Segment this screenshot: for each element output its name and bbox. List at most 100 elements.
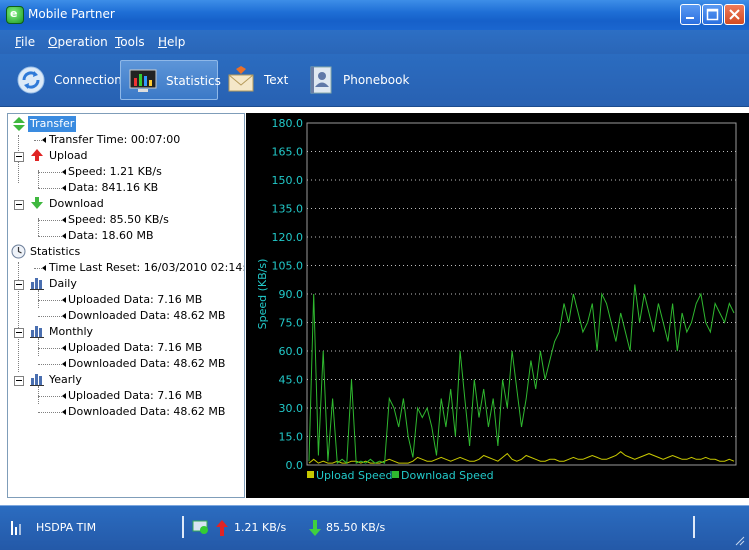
collapse-toggle-icon[interactable] (14, 376, 24, 386)
connection-button[interactable]: Connection (12, 60, 122, 100)
app-logo-icon: e (6, 6, 24, 24)
status-upload-speed: 1.21 KB/s (234, 521, 287, 534)
collapse-toggle-icon[interactable] (14, 280, 24, 290)
y-tick-label: 75.0 (279, 317, 304, 330)
signal-strength-icon (11, 521, 21, 535)
legend-swatch-upload (307, 471, 314, 478)
minimize-button[interactable] (680, 4, 701, 25)
tree-connector (38, 172, 62, 173)
tree-connector (38, 188, 62, 189)
tree-node-download[interactable]: Download (49, 196, 104, 212)
tree-connector (38, 316, 62, 317)
tree-node-daily[interactable]: Daily (49, 276, 77, 292)
speed-chart-panel: 180.0 165.0 150.0 135.0 120.0 105.0 90.0 75.0 60… (246, 113, 749, 498)
tree-connector (38, 220, 62, 221)
collapse-toggle-icon[interactable] (14, 200, 24, 210)
tree-leaf-time-last-reset: Time Last Reset: 16/03/2010 02:14:57 (49, 261, 245, 274)
y-tick-label: 45.0 (279, 374, 304, 387)
tree-connector (38, 290, 39, 308)
tree-connector (38, 412, 62, 413)
y-tick-label: 105.0 (272, 260, 304, 273)
y-tick-label: 90.0 (279, 288, 304, 301)
leaf-bullet-icon (62, 185, 66, 191)
menu-file[interactable]: File (15, 35, 35, 49)
leaf-bullet-icon (62, 313, 66, 319)
download-arrow-icon (309, 520, 321, 536)
tree-connector (38, 364, 62, 365)
tree-leaf-download-data: Data: 18.60 MB (68, 229, 154, 242)
leaf-bullet-icon (42, 137, 46, 143)
tree-label-transfer: Transfer (28, 116, 77, 132)
tree-node-yearly[interactable]: Yearly (49, 372, 82, 388)
statistics-tree[interactable]: Transfer Transfer Time: 00:07:00 Upload … (7, 113, 245, 498)
leaf-bullet-icon (42, 265, 46, 271)
legend-swatch-download (392, 471, 399, 478)
close-icon (729, 9, 740, 20)
tree-node-upload[interactable]: Upload (49, 148, 88, 164)
close-button[interactable] (724, 4, 745, 25)
y-tick-label: 30.0 (279, 402, 304, 415)
statistics-label: Statistics (166, 74, 221, 88)
text-button[interactable]: Text (222, 60, 292, 100)
tree-leaf-daily-downloaded: Downloaded Data: 48.62 MB (68, 309, 226, 322)
tree-leaf-yearly-downloaded: Downloaded Data: 48.62 MB (68, 405, 226, 418)
y-axis-label: Speed (KB/s) (256, 259, 269, 330)
clock-icon (11, 244, 26, 259)
statistics-button[interactable]: Statistics (120, 60, 221, 100)
y-tick-label: 15.0 (279, 431, 304, 444)
network-name: HSDPA TIM (36, 521, 97, 534)
connection-status-icon (192, 520, 208, 534)
legend-label-download: Download Speed (401, 469, 494, 482)
collapse-toggle-icon[interactable] (14, 152, 24, 162)
y-tick-label: 150.0 (272, 174, 304, 187)
y-tick-label: 0.0 (286, 459, 304, 472)
y-tick-label: 165.0 (272, 146, 304, 159)
menu-tools[interactable]: Tools (115, 35, 145, 49)
bar-chart-icon (30, 326, 44, 338)
tree-connector (18, 262, 19, 372)
tree-leaf-download-speed: Speed: 85.50 KB/s (68, 213, 169, 226)
y-tick-label: 180.0 (272, 117, 304, 130)
title-bar[interactable]: e Mobile Partner (0, 0, 749, 30)
leaf-bullet-icon (62, 361, 66, 367)
legend-label-upload: Upload Speed (316, 469, 393, 482)
collapse-toggle-icon[interactable] (14, 328, 24, 338)
tree-leaf-monthly-uploaded: Uploaded Data: 7.16 MB (68, 341, 203, 354)
series-line-download (308, 284, 735, 465)
tree-connector (38, 236, 62, 237)
leaf-bullet-icon (62, 297, 66, 303)
bar-chart-icon (30, 374, 44, 386)
tree-connector (38, 300, 62, 301)
tree-leaf-transfer-time: Transfer Time: 00:07:00 (49, 133, 181, 146)
phonebook-label: Phonebook (343, 73, 410, 87)
tree-connector (34, 268, 42, 269)
menu-help[interactable]: Help (158, 35, 185, 49)
leaf-bullet-icon (62, 345, 66, 351)
status-separator (693, 516, 695, 538)
envelope-icon (228, 66, 254, 92)
tree-leaf-upload-data: Data: 841.16 KB (68, 181, 159, 194)
phonebook-icon (310, 66, 332, 94)
download-arrow-icon (31, 197, 43, 209)
tree-node-statistics[interactable]: Statistics (30, 244, 80, 260)
tree-leaf-upload-speed: Speed: 1.21 KB/s (68, 165, 162, 178)
maximize-button[interactable] (702, 4, 723, 25)
tree-node-monthly[interactable]: Monthly (49, 324, 93, 340)
leaf-bullet-icon (62, 217, 66, 223)
connection-icon (17, 66, 45, 94)
status-separator (182, 516, 184, 538)
tree-connector (38, 396, 62, 397)
menu-operation[interactable]: Operation (48, 35, 108, 49)
leaf-bullet-icon (62, 409, 66, 415)
window-title: Mobile Partner (28, 7, 115, 21)
phonebook-button[interactable]: Phonebook (302, 60, 409, 100)
statistics-icon (129, 69, 157, 92)
y-tick-label: 135.0 (272, 203, 304, 216)
status-bar: HSDPA TIM 1.21 KB/s 85.50 KB/s (0, 505, 749, 550)
leaf-bullet-icon (62, 393, 66, 399)
resize-grip-icon[interactable] (733, 534, 745, 546)
maximize-icon (706, 8, 719, 21)
connection-label: Connection (54, 73, 122, 87)
leaf-bullet-icon (62, 233, 66, 239)
bar-chart-icon (30, 278, 44, 290)
